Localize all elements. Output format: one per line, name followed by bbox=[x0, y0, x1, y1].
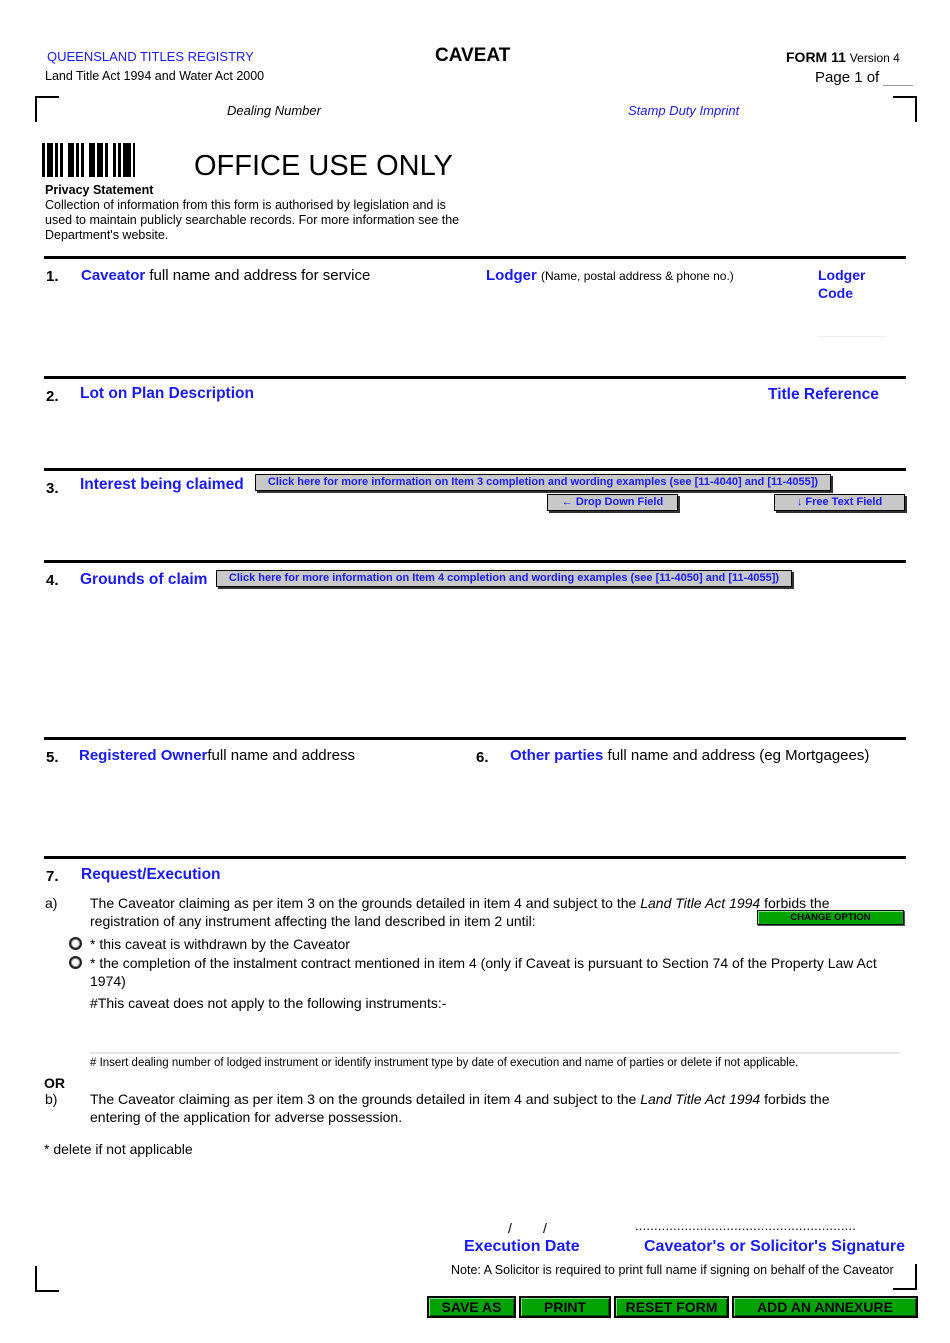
act-reference: Land Title Act 1994 and Water Act 2000 bbox=[45, 69, 265, 83]
dealing-number-label: Dealing Number bbox=[227, 103, 321, 118]
registration-corner-mark bbox=[35, 96, 59, 122]
item-6-number: 6. bbox=[476, 749, 489, 766]
execution-date-label: Execution Date bbox=[464, 1238, 580, 1255]
execution-date-field[interactable]: / / bbox=[508, 1220, 547, 1236]
grounds-of-claim-label: Grounds of claim bbox=[80, 571, 208, 588]
grounds-of-claim-field[interactable] bbox=[80, 595, 900, 730]
registration-corner-mark bbox=[35, 1266, 59, 1292]
item-7-number: 7. bbox=[46, 868, 59, 885]
title-reference-field[interactable] bbox=[760, 408, 900, 463]
form-number-label: FORM 11 bbox=[786, 49, 846, 65]
interest-claimed-label: Interest being claimed bbox=[80, 476, 244, 493]
drop-down-field-hint-button[interactable]: ← Drop Down Field bbox=[547, 494, 678, 511]
item-2-number: 2. bbox=[46, 388, 59, 405]
page-indicator: Page 1 of bbox=[815, 69, 914, 86]
other-parties-field[interactable] bbox=[510, 770, 900, 850]
interest-claimed-field[interactable] bbox=[80, 515, 900, 555]
reset-form-button[interactable]: RESET FORM bbox=[614, 1296, 729, 1318]
solicitor-note: Note: A Solicitor is required to print f… bbox=[451, 1263, 894, 1277]
privacy-heading: Privacy Statement bbox=[45, 183, 154, 197]
option-b-marker: b) bbox=[45, 1091, 58, 1107]
lodger-code-label-line2: Code bbox=[818, 285, 853, 301]
exclusion-note: # Insert dealing number of lodged instru… bbox=[90, 1057, 799, 1069]
lodger-heading: Lodger (Name, postal address & phone no.… bbox=[486, 267, 734, 285]
add-annexure-button[interactable]: ADD AN ANNEXURE bbox=[732, 1296, 918, 1318]
item-1-heading: Caveator full name and address for servi… bbox=[81, 267, 370, 285]
delete-note: * delete if not applicable bbox=[44, 1141, 193, 1157]
privacy-text: Collection of information from this form… bbox=[45, 198, 460, 242]
form-number: FORM 11 Version 4 bbox=[786, 49, 900, 65]
signature-line[interactable]: ........................................… bbox=[635, 1218, 856, 1233]
item-3-info-button[interactable]: Click here for more information on Item … bbox=[255, 474, 831, 491]
section-divider bbox=[44, 256, 906, 259]
signature-label: Caveator's or Solicitor's Signature bbox=[644, 1238, 906, 1255]
registration-corner-mark bbox=[893, 96, 917, 122]
section-divider bbox=[44, 468, 906, 471]
lodger-code-field[interactable] bbox=[818, 320, 886, 337]
item-4-number: 4. bbox=[46, 572, 59, 589]
option-a-text-part1: The Caveator claiming as per item 3 on t… bbox=[90, 895, 641, 911]
lodger-code-label: Lodger Code bbox=[818, 266, 865, 302]
other-parties-label: Other parties bbox=[510, 747, 604, 764]
registration-corner-mark bbox=[893, 1264, 917, 1290]
save-as-button[interactable]: SAVE AS bbox=[427, 1296, 516, 1318]
section-divider bbox=[44, 376, 906, 379]
item-6-heading: Other parties full name and address (eg … bbox=[510, 747, 869, 765]
registered-owner-field[interactable] bbox=[80, 770, 460, 850]
exclusion-field[interactable] bbox=[90, 1014, 900, 1054]
title-reference-text: Title Reference bbox=[768, 386, 879, 403]
lot-on-plan-field[interactable] bbox=[80, 408, 680, 463]
other-parties-desc: full name and address (eg Mortgagees) bbox=[607, 747, 870, 764]
page-label: Page 1 of bbox=[815, 69, 880, 86]
section-divider bbox=[44, 560, 906, 563]
caveator-desc: full name and address for service bbox=[149, 267, 371, 284]
title-reference-label: Title Reference bbox=[768, 386, 879, 404]
item-5-heading: Registered Ownerfull name and address bbox=[79, 747, 355, 765]
section-divider bbox=[44, 856, 906, 859]
lot-on-plan-label: Lot on Plan Description bbox=[80, 385, 254, 402]
print-button[interactable]: PRINT bbox=[519, 1296, 611, 1318]
option-b-text: The Caveator claiming as per item 3 on t… bbox=[90, 1090, 860, 1126]
barcode-icon bbox=[42, 143, 137, 177]
or-label: OR bbox=[44, 1075, 65, 1091]
lodger-label: Lodger bbox=[486, 267, 537, 284]
option-a-act-name: Land Title Act 1994 bbox=[640, 895, 761, 911]
caveator-label: Caveator bbox=[81, 267, 146, 284]
item-1-number: 1. bbox=[46, 268, 59, 285]
lodger-code-label-line1: Lodger bbox=[818, 267, 866, 283]
registered-owner-desc: full name and address bbox=[207, 747, 355, 764]
registered-owner-label: Registered Owner bbox=[79, 747, 208, 764]
form-title: CAVEAT bbox=[435, 45, 511, 66]
option-instalment-label: * the completion of the instalment contr… bbox=[90, 955, 877, 989]
option-b-act-name: Land Title Act 1994 bbox=[640, 1091, 761, 1107]
option-a-text: The Caveator claiming as per item 3 on t… bbox=[90, 894, 860, 930]
item-3-number: 3. bbox=[46, 480, 59, 497]
stamp-duty-label: Stamp Duty Imprint bbox=[628, 103, 740, 118]
lodger-field[interactable] bbox=[486, 290, 796, 370]
item-4-info-button[interactable]: Click here for more information on Item … bbox=[216, 570, 792, 587]
registry-name: QUEENSLAND TITLES REGISTRY bbox=[47, 49, 254, 64]
lodger-desc: (Name, postal address & phone no.) bbox=[541, 269, 734, 283]
page-total-field[interactable] bbox=[883, 71, 914, 86]
option-withdrawn-label: * this caveat is withdrawn by the Caveat… bbox=[90, 936, 350, 952]
option-instalment-radio[interactable] bbox=[69, 956, 82, 969]
office-use-only: OFFICE USE ONLY bbox=[194, 150, 453, 182]
caveator-field[interactable] bbox=[80, 290, 470, 370]
option-b-text-part1: The Caveator claiming as per item 3 on t… bbox=[90, 1091, 641, 1107]
form-version: Version 4 bbox=[849, 51, 900, 65]
change-option-button[interactable]: CHANGE OPTION bbox=[757, 910, 904, 925]
free-text-field-hint-button[interactable]: ↓ Free Text Field bbox=[774, 494, 905, 511]
option-withdrawn-radio[interactable] bbox=[69, 937, 82, 950]
request-execution-label: Request/Execution bbox=[81, 866, 221, 883]
exclusion-label: #This caveat does not apply to the follo… bbox=[90, 995, 447, 1011]
section-divider bbox=[44, 737, 906, 740]
item-5-number: 5. bbox=[46, 749, 59, 766]
option-a-marker: a) bbox=[45, 895, 58, 911]
